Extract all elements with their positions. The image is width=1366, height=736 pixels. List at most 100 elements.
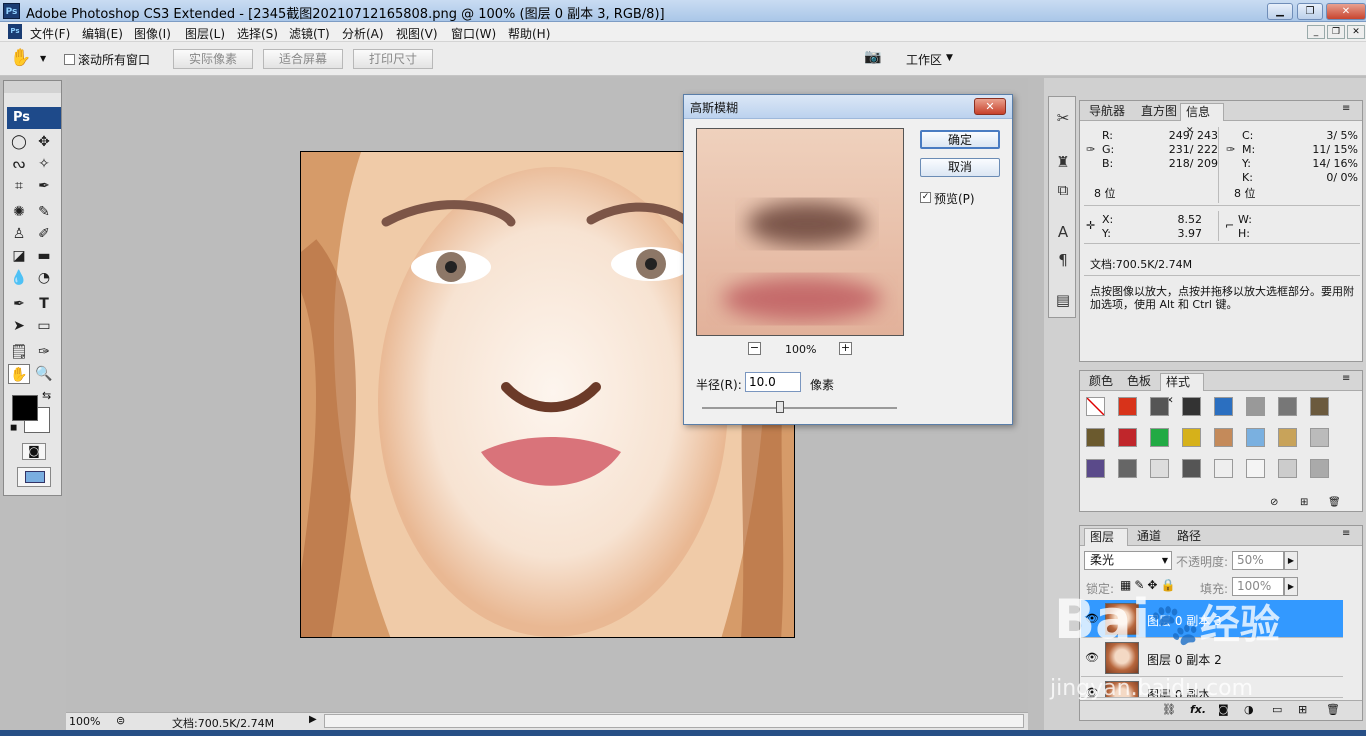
radius-input[interactable]: [745, 372, 801, 392]
chevron-right-icon[interactable]: ▶: [1284, 577, 1298, 596]
notes-tool-icon[interactable]: 🗒: [8, 342, 30, 362]
blur-tool-icon[interactable]: 💧: [8, 268, 30, 288]
blend-mode-select[interactable]: 柔光 ▼: [1084, 551, 1172, 570]
menu-edit[interactable]: 编辑(E): [82, 25, 123, 42]
panel-menu-icon[interactable]: ≡: [1342, 528, 1350, 539]
screen-mode-icon[interactable]: [17, 467, 51, 487]
tab-color[interactable]: 颜色: [1084, 373, 1118, 391]
character-icon[interactable]: A: [1052, 221, 1074, 243]
menu-help[interactable]: 帮助(H): [508, 25, 550, 42]
tab-channels[interactable]: 通道: [1132, 528, 1166, 546]
eyedropper-icon[interactable]: ✑: [33, 342, 55, 362]
print-size-button[interactable]: 打印尺寸: [353, 49, 433, 69]
tab-layers[interactable]: 图层 ✕: [1084, 528, 1128, 561]
zoom-in-button[interactable]: +: [839, 342, 852, 355]
style-swatch[interactable]: [1182, 428, 1201, 447]
style-swatch[interactable]: [1310, 428, 1329, 447]
style-swatch[interactable]: [1246, 397, 1265, 416]
style-swatch[interactable]: [1086, 459, 1105, 478]
type-tool-icon[interactable]: T: [33, 294, 55, 314]
doc-close-icon[interactable]: ✕: [1347, 25, 1365, 39]
menu-view[interactable]: 视图(V): [396, 25, 438, 42]
style-swatch[interactable]: [1310, 397, 1329, 416]
default-colors-icon[interactable]: ◼: [10, 423, 17, 433]
chevron-down-icon[interactable]: ▼: [40, 54, 46, 63]
fx-icon[interactable]: fx.: [1190, 703, 1206, 716]
status-menu-arrow-icon[interactable]: ▶: [309, 714, 317, 725]
status-info-icon[interactable]: ⊜: [116, 714, 125, 727]
style-swatch[interactable]: [1278, 428, 1297, 447]
path-selection-icon[interactable]: ➤: [8, 316, 30, 336]
scroll-all-checkbox[interactable]: [64, 54, 75, 65]
adjustment-layer-icon[interactable]: ◑: [1244, 703, 1254, 716]
marquee-tool-icon[interactable]: ◯: [8, 132, 30, 152]
tab-styles[interactable]: 样式 ✕: [1160, 373, 1204, 406]
layer-row[interactable]: 👁 图层 0 副本 2: [1081, 639, 1343, 677]
style-swatch[interactable]: [1214, 459, 1233, 478]
style-swatch[interactable]: [1150, 459, 1169, 478]
quick-mask-icon[interactable]: ◙: [22, 443, 46, 460]
style-swatch[interactable]: [1118, 397, 1137, 416]
style-swatch[interactable]: [1278, 459, 1297, 478]
minimize-icon[interactable]: ▁: [1267, 3, 1293, 20]
dialog-title-bar[interactable]: 高斯模糊: [684, 95, 1012, 119]
document-icon[interactable]: Ps: [8, 24, 22, 39]
doc-minimize-icon[interactable]: _: [1307, 25, 1325, 39]
new-group-icon[interactable]: ▭: [1272, 703, 1282, 716]
brush-tool-icon[interactable]: ✎: [33, 202, 55, 222]
style-swatch[interactable]: [1118, 459, 1137, 478]
style-swatch[interactable]: [1118, 428, 1137, 447]
cancel-button[interactable]: 取消: [920, 158, 1000, 177]
move-tool-icon[interactable]: ✥: [33, 132, 55, 152]
hand-tool-preset-icon[interactable]: ✋: [10, 48, 31, 68]
style-swatch[interactable]: [1310, 459, 1329, 478]
chevron-down-icon[interactable]: ▼: [946, 53, 953, 63]
magic-wand-icon[interactable]: ✧: [33, 154, 55, 174]
bridge-icon[interactable]: 📷: [864, 49, 888, 69]
style-swatch[interactable]: [1182, 459, 1201, 478]
layer-row[interactable]: 👁 图层 0 副本: [1081, 678, 1343, 698]
hand-tool-icon[interactable]: ✋: [8, 364, 30, 384]
menu-image[interactable]: 图像(I): [134, 25, 171, 42]
blur-preview[interactable]: [696, 128, 904, 336]
gradient-tool-icon[interactable]: ▬: [33, 246, 55, 266]
panel-menu-icon[interactable]: ≡: [1342, 373, 1350, 384]
tab-navigator[interactable]: 导航器: [1084, 103, 1130, 121]
trash-icon[interactable]: 🗑: [1326, 703, 1340, 716]
tab-info[interactable]: 信息 ✕: [1180, 103, 1224, 136]
paragraph-icon[interactable]: ¶: [1052, 249, 1074, 271]
menu-select[interactable]: 选择(S): [237, 25, 278, 42]
style-swatch[interactable]: [1150, 428, 1169, 447]
eye-icon[interactable]: 👁: [1085, 651, 1099, 664]
panel-menu-icon[interactable]: ≡: [1342, 103, 1350, 114]
menu-window[interactable]: 窗口(W): [451, 25, 496, 42]
new-style-icon[interactable]: ⊞: [1300, 497, 1308, 508]
toolbox-header[interactable]: [4, 81, 61, 93]
menu-filter[interactable]: 滤镜(T): [289, 25, 330, 42]
workspace-menu[interactable]: 工作区: [906, 51, 942, 68]
add-mask-icon[interactable]: ◙: [1218, 703, 1229, 716]
zoom-out-button[interactable]: −: [748, 342, 761, 355]
style-swatch[interactable]: [1246, 428, 1265, 447]
opacity-input[interactable]: 50%: [1232, 551, 1284, 570]
fit-screen-button[interactable]: 适合屏幕: [263, 49, 343, 69]
history-brush-icon[interactable]: ✐: [33, 224, 55, 244]
eye-icon[interactable]: 👁: [1085, 686, 1099, 697]
eye-icon[interactable]: 👁: [1085, 612, 1099, 625]
slice-tool-icon[interactable]: ✒: [33, 176, 55, 196]
menu-analysis[interactable]: 分析(A): [342, 25, 384, 42]
foreground-swatch[interactable]: [12, 395, 38, 421]
fill-input[interactable]: 100%: [1232, 577, 1284, 596]
preview-checkbox[interactable]: ✓: [920, 192, 931, 203]
clone-source-icon[interactable]: ⧉: [1052, 179, 1074, 201]
toolbox-logo[interactable]: Ps: [7, 107, 61, 129]
clone-stamp-icon[interactable]: ♙: [8, 224, 30, 244]
doc-restore-icon[interactable]: ❐: [1327, 25, 1345, 39]
style-swatch[interactable]: [1182, 397, 1201, 416]
zoom-level[interactable]: 100%: [69, 715, 100, 728]
tab-swatches[interactable]: 色板: [1122, 373, 1156, 391]
pen-tool-icon[interactable]: ✒: [8, 294, 30, 314]
ok-button[interactable]: 确定: [920, 130, 1000, 149]
layer-comps-icon[interactable]: ▤: [1052, 289, 1074, 311]
tab-histogram[interactable]: 直方图: [1136, 103, 1182, 121]
